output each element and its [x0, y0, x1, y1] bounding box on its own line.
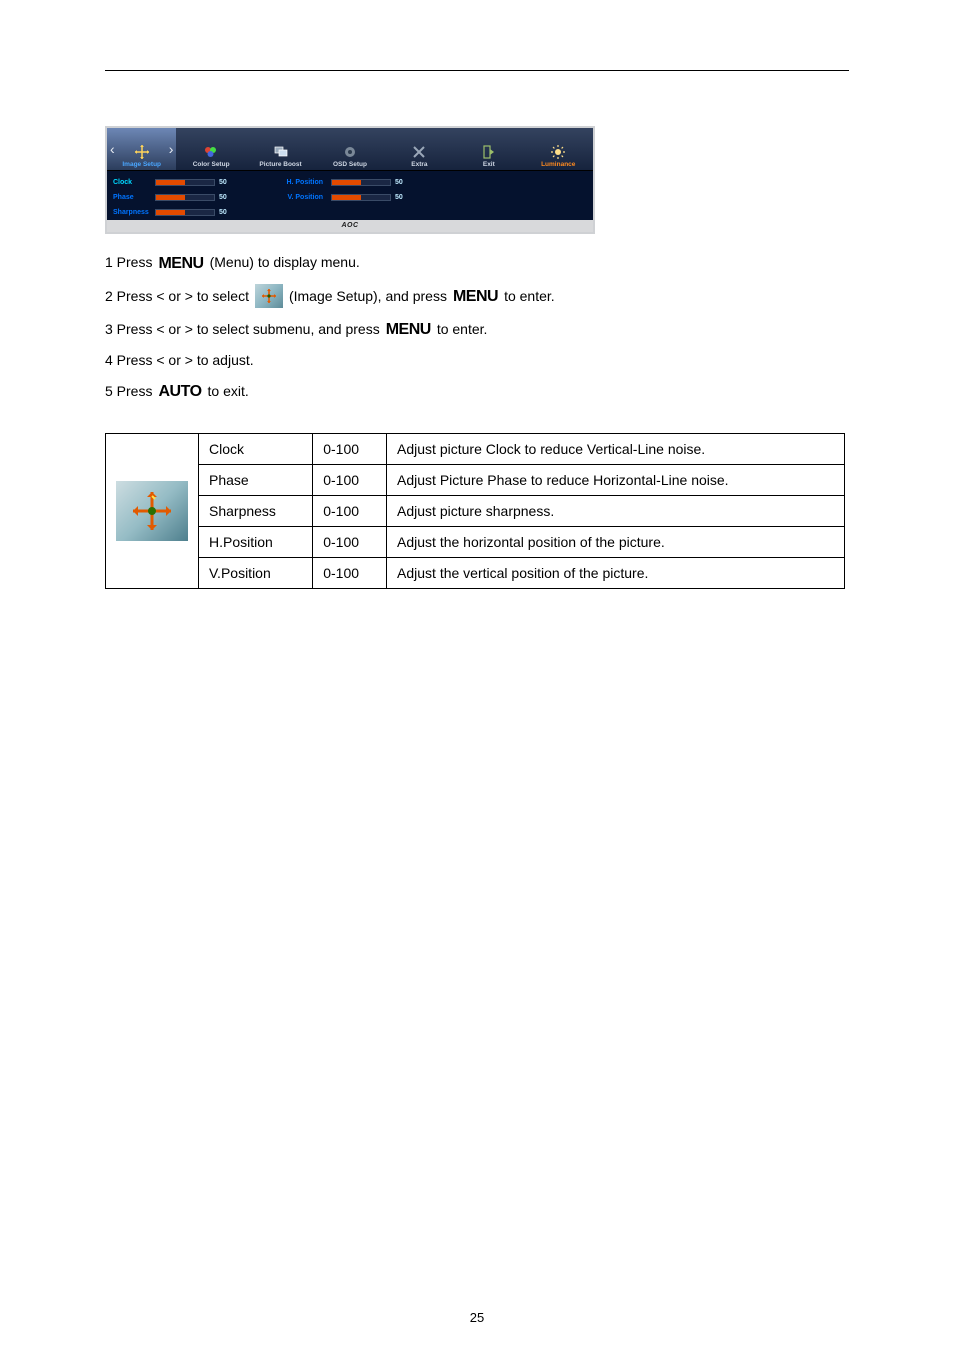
instr-line-5: 5 Press AUTO to exit.	[105, 380, 849, 402]
osd-tab-luminance: Luminance	[524, 128, 593, 170]
move-icon	[134, 145, 150, 159]
instr-line-1: 1 Press MENU (Menu) to display menu.	[105, 252, 849, 274]
param-desc: Adjust Picture Phase to reduce Horizonta…	[387, 464, 845, 495]
param-range: 0-100	[313, 526, 387, 557]
param-desc: Adjust the horizontal position of the pi…	[387, 526, 845, 557]
param-name: H.Position	[199, 526, 313, 557]
osd-screenshot: ‹› Image Setup Color Setup Pi	[105, 126, 595, 234]
param-range: 0-100	[313, 433, 387, 464]
osd-tab-exit: Exit	[454, 128, 523, 170]
instr-line-3: 3 Press < or > to select submenu, and pr…	[105, 318, 849, 340]
osd-tab-label: OSD Setup	[333, 161, 367, 168]
osd-phase-slider	[155, 194, 215, 201]
param-name: V.Position	[199, 557, 313, 588]
instr-line-4: 4 Press < or > to adjust.	[105, 351, 849, 371]
osd-tab-picture-boost: Picture Boost	[246, 128, 315, 170]
instr-line-2: 2 Press < or > to select (Image Setup), …	[105, 284, 849, 308]
osd-tab-label: Extra	[411, 161, 427, 168]
osd-tab-extra: Extra	[385, 128, 454, 170]
param-range: 0-100	[313, 557, 387, 588]
osd-tab-label: Picture Boost	[259, 161, 301, 168]
osd-tab-label: Exit	[483, 161, 495, 168]
param-name: Clock	[199, 433, 313, 464]
param-name: Sharpness	[199, 495, 313, 526]
osd-sharpness-slider	[155, 209, 215, 216]
osd-vpos-slider	[331, 194, 391, 201]
osd-tab-label: Luminance	[541, 161, 575, 168]
header-rule	[105, 70, 849, 71]
page-number: 25	[0, 1310, 954, 1325]
param-desc: Adjust the vertical position of the pict…	[387, 557, 845, 588]
param-range: 0-100	[313, 464, 387, 495]
table-icon-cell	[106, 433, 199, 588]
menu-glyph: MENU	[453, 286, 498, 308]
param-range: 0-100	[313, 495, 387, 526]
params-table: Clock 0-100 Adjust picture Clock to redu…	[105, 433, 845, 589]
osd-tab-color-setup: Color Setup	[176, 128, 245, 170]
image-setup-big-icon	[116, 481, 188, 541]
param-name: Phase	[199, 464, 313, 495]
osd-clock-slider	[155, 179, 215, 186]
param-desc: Adjust picture Clock to reduce Vertical-…	[387, 433, 845, 464]
osd-tab-label: Image Setup	[122, 161, 161, 168]
close-icon	[411, 145, 427, 159]
osd-sharpness-label: Sharpness	[113, 209, 149, 216]
osd-hpos-label: H. Position	[286, 179, 323, 186]
auto-glyph: AUTO	[158, 381, 201, 403]
image-setup-icon	[255, 284, 283, 308]
content: ‹› Image Setup Color Setup Pi	[0, 0, 954, 589]
instructions: 1 Press MENU (Menu) to display menu. 2 P…	[105, 252, 849, 403]
windows-icon	[273, 145, 289, 159]
sun-icon	[550, 145, 566, 159]
gear-icon	[342, 145, 358, 159]
osd-hpos-slider	[331, 179, 391, 186]
page: ‹› Image Setup Color Setup Pi	[0, 0, 954, 1350]
menu-glyph: MENU	[386, 319, 431, 341]
osd-body: Clock Phase Sharpness 50 50 50 H. Positi…	[107, 171, 593, 220]
menu-glyph: MENU	[158, 253, 203, 275]
param-desc: Adjust picture sharpness.	[387, 495, 845, 526]
osd-tab-image-setup: ‹› Image Setup	[107, 128, 176, 170]
osd-footer: AOC	[107, 220, 593, 232]
palette-icon	[203, 145, 219, 159]
osd-tab-label: Color Setup	[193, 161, 230, 168]
osd-vpos-label: V. Position	[287, 194, 323, 201]
osd-clock-label: Clock	[113, 179, 132, 186]
osd-phase-label: Phase	[113, 194, 134, 201]
exit-icon	[481, 145, 497, 159]
osd-tab-osd-setup: OSD Setup	[315, 128, 384, 170]
osd-tabs: ‹› Image Setup Color Setup Pi	[107, 128, 593, 171]
